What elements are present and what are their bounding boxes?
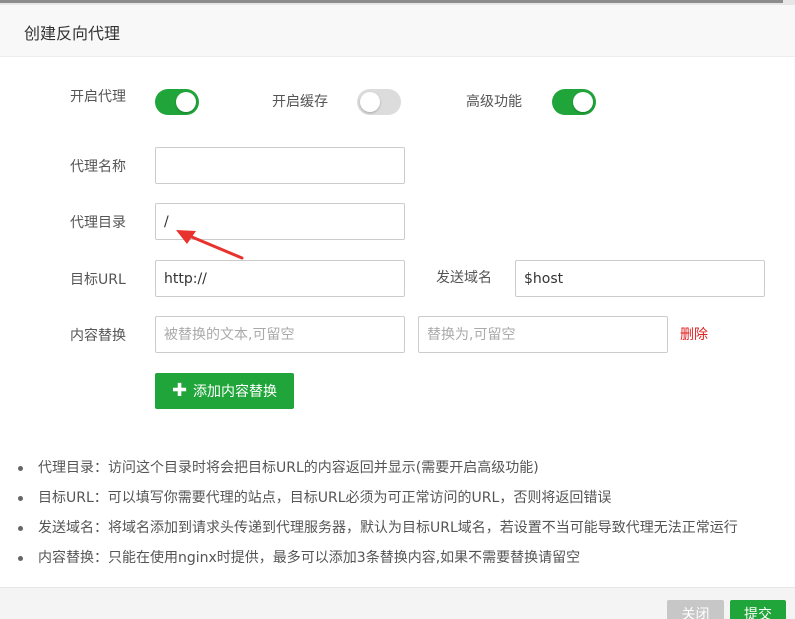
send-domain-label: 发送域名 xyxy=(436,270,492,286)
add-content-replace-button[interactable]: ✚ 添加内容替换 xyxy=(155,373,294,409)
plus-icon: ✚ xyxy=(171,380,188,401)
tip-item: 目标URL：可以填写你需要代理的站点，目标URL必须为可正常访问的URL，否则将… xyxy=(18,488,738,518)
toggle-knob xyxy=(176,92,196,112)
add-content-replace-label: 添加内容替换 xyxy=(193,384,278,400)
dialog-title: 创建反向代理 xyxy=(24,24,121,43)
proxy-name-label: 代理名称 xyxy=(70,159,126,175)
enable-proxy-toggle[interactable] xyxy=(155,89,199,115)
annotation-arrow-icon xyxy=(176,230,244,260)
replace-from-input[interactable] xyxy=(155,316,405,353)
content-replace-label: 内容替换 xyxy=(70,328,126,344)
replace-to-input[interactable] xyxy=(418,316,668,353)
target-url-label: 目标URL xyxy=(70,272,126,288)
toggle-knob xyxy=(360,92,380,112)
tip-item: 代理目录：访问这个目录时将会把目标URL的内容返回并显示(需要开启高级功能) xyxy=(18,458,738,488)
tip-item: 发送域名：将域名添加到请求头传递到代理服务器，默认为目标URL域名，若设置不当可… xyxy=(18,518,738,548)
delete-replace-link[interactable]: 删除 xyxy=(680,325,708,345)
advanced-toggle[interactable] xyxy=(552,89,596,115)
toggle-knob xyxy=(573,92,593,112)
dialog-footer: 关闭 提交 xyxy=(0,587,795,619)
submit-button[interactable]: 提交 xyxy=(730,600,786,619)
enable-cache-label: 开启缓存 xyxy=(272,94,328,110)
tip-item: 内容替换：只能在使用nginx时提供，最多可以添加3条替换内容,如果不需要替换请… xyxy=(18,548,738,578)
enable-cache-toggle[interactable] xyxy=(357,89,401,115)
close-button[interactable]: 关闭 xyxy=(667,600,724,619)
target-url-input[interactable] xyxy=(155,260,405,297)
proxy-dir-label: 代理目录 xyxy=(70,215,126,231)
window-top-bar xyxy=(0,0,783,3)
proxy-name-input[interactable] xyxy=(155,147,405,184)
send-domain-input[interactable] xyxy=(515,260,765,297)
enable-proxy-label: 开启代理 xyxy=(70,89,126,105)
tips-list: 代理目录：访问这个目录时将会把目标URL的内容返回并显示(需要开启高级功能) 目… xyxy=(18,458,738,578)
advanced-label: 高级功能 xyxy=(466,94,522,110)
dialog-header: 创建反向代理 xyxy=(0,5,795,57)
